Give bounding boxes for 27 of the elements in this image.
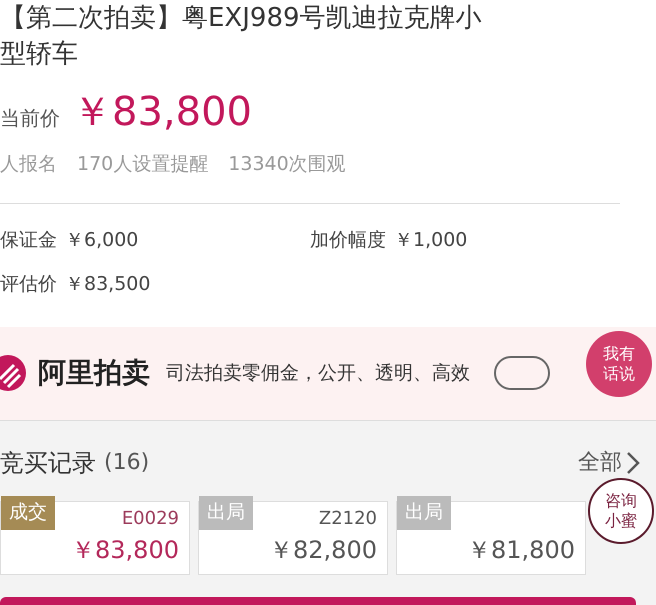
term-label: 保证金 — [0, 228, 57, 252]
bid-status: 出局 — [397, 496, 451, 530]
bid-price: ￥83,800 — [71, 534, 179, 566]
term-value: ￥83,500 — [65, 272, 150, 297]
bid-price: ￥81,800 — [467, 534, 575, 566]
price-label: 当前价 — [0, 105, 60, 132]
term-value: ￥1,000 — [394, 228, 468, 252]
stat-text: 人报名 — [0, 152, 57, 177]
chevron-right-icon — [626, 450, 640, 474]
view-all-link[interactable]: 全部 — [578, 446, 622, 479]
stat-text: 13340次围观 — [228, 152, 346, 177]
records-title: 竞买记录 — [0, 448, 96, 478]
brand-name: 阿里拍卖 — [38, 355, 150, 391]
term-label: 加价幅度 — [310, 228, 386, 252]
auction-title: 【第二次拍卖】粤EXJ989号凯迪拉克牌小型轿车 — [0, 2, 483, 71]
bidder-id: E0029 — [122, 506, 179, 530]
term-label: 评估价 — [0, 272, 57, 297]
stat-text: 170人设置提醒 — [77, 152, 208, 177]
bidder-id: Z2120 — [318, 506, 377, 530]
bid-status: 出局 — [199, 496, 253, 530]
bid-status: 成交 — [1, 496, 55, 530]
current-price: ￥83,800 — [72, 88, 252, 137]
slogan-text: 司法拍卖零佣金，公开、透明、高效 — [166, 360, 470, 386]
bid-price: ￥82,800 — [269, 534, 377, 566]
records-count: (16) — [104, 449, 150, 477]
more-button[interactable] — [494, 356, 550, 390]
term-value: ￥6,000 — [65, 228, 138, 252]
